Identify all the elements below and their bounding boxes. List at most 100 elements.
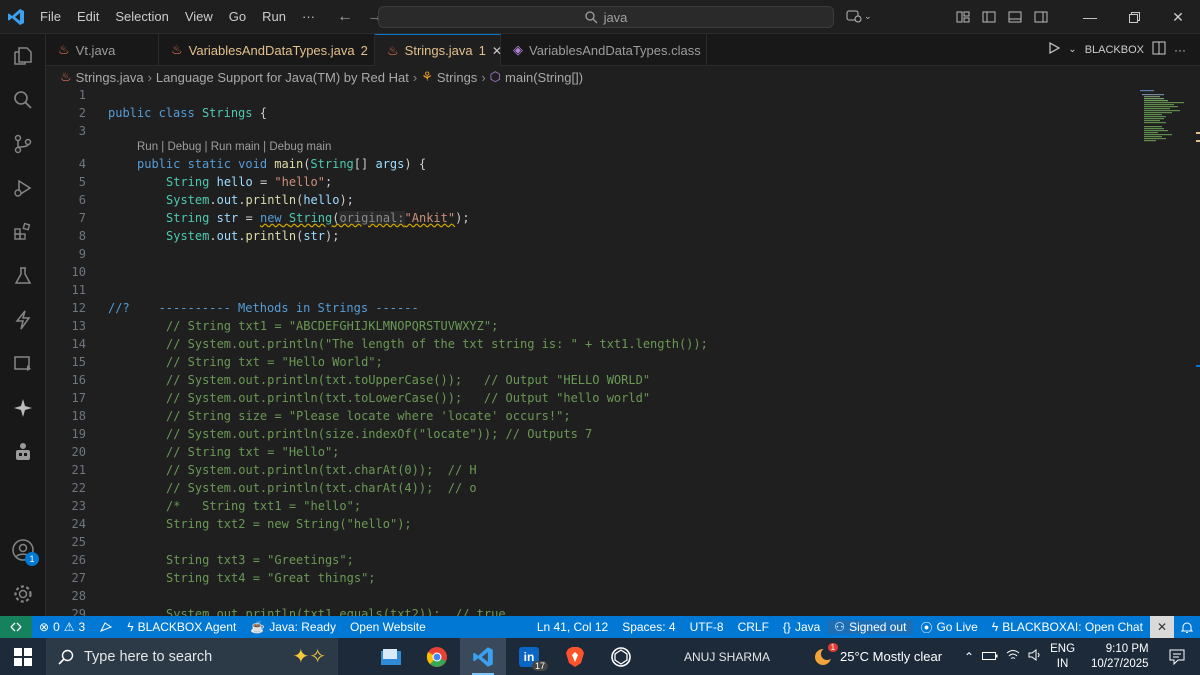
disabled-lightning-icon[interactable]: ✕	[1149, 616, 1174, 638]
manage-gear-icon[interactable]	[0, 572, 46, 616]
problems-indicator[interactable]: ⊗ 0 ⚠ 3	[32, 620, 92, 634]
close-window-icon[interactable]: ✕	[1156, 0, 1200, 34]
open-website-button[interactable]: Open Website	[343, 620, 433, 634]
encoding[interactable]: UTF-8	[683, 620, 731, 634]
breadcrumb-file[interactable]: Strings.java	[76, 70, 144, 85]
tab-variables-class[interactable]: ◈ VariablesAndDataTypes.class	[501, 34, 707, 66]
taskbar-file-explorer-icon[interactable]	[368, 638, 414, 675]
explorer-icon[interactable]	[0, 34, 46, 78]
wifi-icon[interactable]	[1006, 649, 1020, 664]
warning-count: 3	[78, 620, 86, 634]
end-of-line[interactable]: CRLF	[731, 620, 776, 634]
blackbox-button[interactable]: BLACKBOX	[1085, 44, 1144, 56]
volume-icon[interactable]	[1028, 649, 1042, 664]
menu-edit[interactable]: Edit	[69, 0, 107, 34]
java-status[interactable]: ☕ Java: Ready	[243, 620, 343, 634]
customize-layout-icon[interactable]	[950, 0, 976, 34]
breadcrumb-method[interactable]: main(String[])	[505, 70, 583, 85]
testing-flask-icon[interactable]	[0, 254, 46, 298]
signed-out-status[interactable]: ⚇ Signed out	[827, 620, 914, 634]
taskbar-weather[interactable]: 1 25°C Mostly clear	[812, 642, 942, 668]
battery-icon[interactable]	[982, 650, 998, 664]
menu-file[interactable]: File	[32, 0, 69, 34]
go-live-button[interactable]: ⦿ Go Live	[913, 619, 984, 636]
split-editor-icon[interactable]	[1152, 41, 1166, 58]
java-status-label: Java: Ready	[269, 620, 336, 634]
scrollbar-cursor-marker	[1196, 365, 1200, 367]
toggle-primary-sidebar-icon[interactable]	[976, 0, 1002, 34]
taskbar-chrome-icon[interactable]	[414, 638, 460, 675]
breadcrumb-language-support[interactable]: Language Support for Java(TM) by Red Hat	[156, 70, 409, 85]
scrollbar-warning-marker	[1196, 140, 1200, 142]
tab-strings-java[interactable]: ♨ Strings.java 1 ✕	[375, 34, 502, 66]
restore-icon[interactable]	[1112, 0, 1156, 34]
taskbar-brave-icon[interactable]	[552, 638, 598, 675]
clock-date: 10/27/2025	[1091, 657, 1149, 670]
remote-indicator-icon[interactable]	[0, 616, 32, 638]
run-debug-icon[interactable]	[0, 166, 46, 210]
line-number: 22	[71, 481, 86, 495]
language-mode[interactable]: {} Java	[776, 620, 827, 634]
toggle-secondary-sidebar-icon[interactable]	[1028, 0, 1054, 34]
taskbar-user-name: ANUJ SHARMA	[684, 649, 771, 664]
copilot-icon[interactable]: ⌄	[846, 8, 872, 24]
taskbar-vscode-icon[interactable]	[460, 638, 506, 675]
notification-center-icon[interactable]	[1157, 649, 1197, 665]
menu-view[interactable]: View	[177, 0, 221, 34]
command-center-search[interactable]: java	[378, 6, 834, 28]
tab-variables-java[interactable]: ♨ VariablesAndDataTypes.java 2	[159, 34, 375, 66]
code-line: String txt3 = "Greetings";	[166, 553, 354, 567]
lightning-icon[interactable]	[0, 298, 46, 342]
extensions-icon[interactable]	[0, 210, 46, 254]
minimap[interactable]	[1114, 88, 1200, 616]
tab-vt-java[interactable]: ♨ Vt.java	[46, 34, 159, 66]
notifications-bell-icon[interactable]	[1174, 621, 1200, 634]
language-indicator[interactable]: ENG IN	[1050, 642, 1075, 672]
accounts-badge: 1	[25, 552, 39, 566]
breadcrumb-class[interactable]: Strings	[437, 70, 477, 85]
minimize-icon[interactable]: —	[1068, 0, 1112, 34]
line-number: 21	[71, 463, 86, 477]
menu-more[interactable]: ···	[294, 0, 323, 34]
remote-explorer-icon[interactable]	[0, 342, 46, 386]
search-icon	[584, 10, 598, 23]
more-actions-icon[interactable]: ···	[1174, 43, 1186, 57]
braces-icon: {}	[782, 620, 791, 634]
breadcrumb-separator-icon: ›	[147, 69, 152, 85]
code-line: // System.out.println(txt.charAt(4)); //…	[166, 481, 477, 495]
toggle-panel-icon[interactable]	[1002, 0, 1028, 34]
line-number: 28	[71, 589, 86, 603]
source-control-icon[interactable]	[0, 122, 46, 166]
ports-icon[interactable]	[92, 621, 120, 633]
back-arrow-icon[interactable]: ←	[337, 8, 353, 26]
code-editor[interactable]: 1 2 3 4 5 6 7 8 9 10 11 12 13 14 15 16 1…	[46, 88, 1200, 616]
taskbar-search[interactable]: Type here to search ✦✧	[46, 638, 338, 675]
show-hidden-icons-icon[interactable]: ⌃	[964, 650, 974, 664]
windows-start-icon[interactable]	[0, 638, 46, 675]
search-view-icon[interactable]	[0, 78, 46, 122]
blackboxai-open-chat[interactable]: ϟ BLACKBOXAI: Open Chat	[985, 620, 1150, 634]
menu-bar: File Edit Selection View Go Run ···	[32, 0, 323, 34]
breadcrumb: ♨ Strings.java › Language Support for Ja…	[46, 66, 1200, 88]
blackbox-agent-status[interactable]: ϟ BLACKBOX Agent	[120, 620, 243, 634]
tab-label: Strings.java	[404, 43, 473, 58]
run-icon[interactable]	[1048, 41, 1061, 57]
menu-run[interactable]: Run	[254, 0, 294, 34]
blackbox-agent-icon[interactable]	[0, 430, 46, 474]
menu-go[interactable]: Go	[221, 0, 254, 34]
sparkle-ai-icon[interactable]	[0, 386, 46, 430]
cursor-position[interactable]: Ln 41, Col 12	[530, 620, 615, 634]
run-dropdown-chevron-icon[interactable]: ⌄	[1068, 44, 1076, 55]
accounts-icon[interactable]: 1	[0, 528, 46, 572]
indentation[interactable]: Spaces: 4	[615, 620, 682, 634]
line-number: 29	[71, 607, 86, 616]
class-file-icon: ◈	[513, 42, 523, 57]
language-code: ENG	[1050, 642, 1076, 655]
taskbar-clock[interactable]: 9:10 PM 10/27/2025	[1091, 642, 1149, 672]
language-label: Java	[794, 620, 821, 634]
menu-selection[interactable]: Selection	[107, 0, 176, 34]
codelens-run-debug[interactable]: Run | Debug | Run main | Debug main	[137, 141, 331, 153]
taskbar-chatgpt-icon[interactable]	[598, 638, 644, 675]
java-file-icon: ♨	[387, 42, 399, 58]
taskbar-linkedin-icon[interactable]: in 17	[506, 638, 552, 675]
